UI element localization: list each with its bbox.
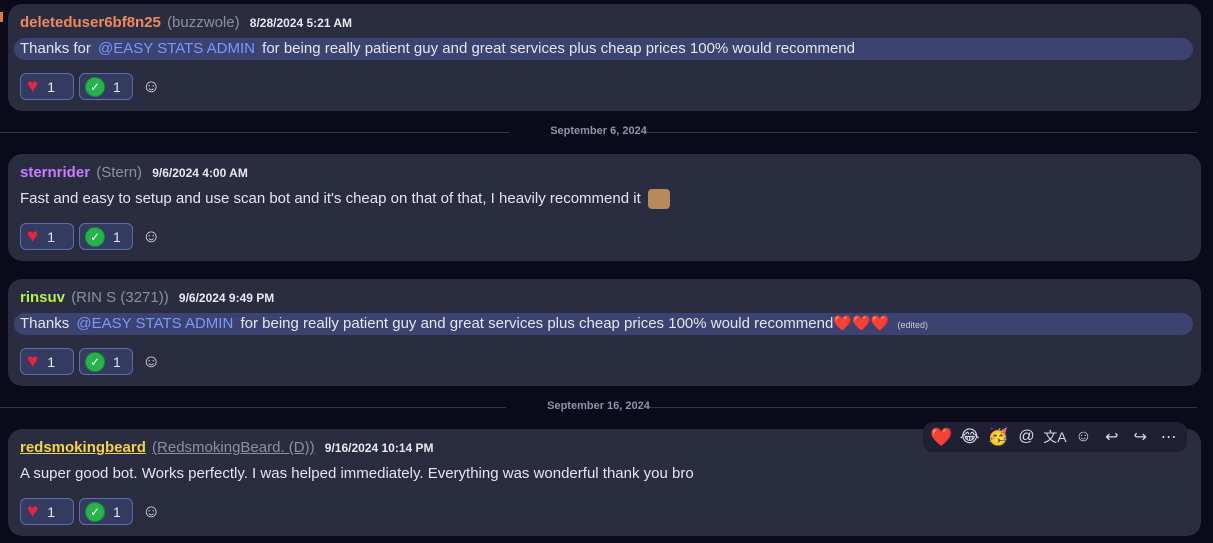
message-action-toolbar: ❤️ 😂 🥳 @ 文A ☺ ↩ ↪ ⋯ bbox=[923, 422, 1187, 452]
divider-label: September 6, 2024 bbox=[550, 125, 647, 137]
message-body: A super good bot. Works perfectly. I was… bbox=[14, 463, 1193, 485]
add-reaction-icon[interactable]: ☺ bbox=[142, 351, 160, 372]
message-header: sternrider (Stern) 9/6/2024 4:00 AM bbox=[20, 164, 248, 181]
message-text: A super good bot. Works perfectly. I was… bbox=[20, 465, 694, 482]
message-text: for being really patient guy and great s… bbox=[262, 40, 855, 57]
message-body: Fast and easy to setup and use scan bot … bbox=[14, 188, 1193, 210]
reactions-bar: ♥ 1 ✓ 1 ☺ bbox=[20, 347, 160, 376]
reaction-count: 1 bbox=[47, 353, 56, 370]
heart-icon: ♥ bbox=[27, 76, 39, 97]
quick-react-laugh[interactable]: 😂 bbox=[957, 427, 983, 447]
check-icon: ✓ bbox=[86, 352, 104, 371]
author-nickname: (RedsmokingBeard. (D)) bbox=[152, 439, 315, 456]
more-icon[interactable]: ⋯ bbox=[1156, 427, 1182, 447]
message-text: Thanks for bbox=[20, 40, 91, 57]
reaction-heart[interactable]: ♥ 1 bbox=[20, 223, 74, 250]
message-card: deleteduser6bf8n25 (buzzwole) 8/28/2024 … bbox=[8, 4, 1201, 111]
add-reaction-icon[interactable]: ☺ bbox=[142, 76, 160, 97]
heart-icon: ♥ bbox=[27, 351, 39, 372]
reaction-count: 1 bbox=[47, 78, 56, 95]
reactions-bar: ♥ 1 ✓ 1 ☺ bbox=[20, 72, 160, 101]
message-card: sternrider (Stern) 9/6/2024 4:00 AM Fast… bbox=[8, 154, 1201, 261]
reaction-count: 1 bbox=[47, 228, 56, 245]
message-body: Thanks for @EASY STATS ADMIN for being r… bbox=[14, 38, 1193, 60]
message-header: redsmokingbeard (RedsmokingBeard. (D)) 9… bbox=[20, 439, 434, 456]
author-nickname: (Stern) bbox=[96, 164, 143, 181]
heart-emoji: ❤️❤️❤️ bbox=[833, 315, 890, 332]
author-name[interactable]: sternrider bbox=[20, 164, 90, 181]
reply-icon[interactable]: ↩ bbox=[1099, 427, 1125, 447]
mention[interactable]: @EASY STATS ADMIN bbox=[95, 40, 258, 57]
reaction-check[interactable]: ✓ 1 bbox=[79, 73, 133, 100]
reaction-heart[interactable]: ♥ 1 bbox=[20, 73, 74, 100]
quick-react-heart[interactable]: ❤️ bbox=[928, 427, 954, 448]
cat-emoji-icon bbox=[647, 189, 670, 210]
forward-icon[interactable]: ↪ bbox=[1127, 427, 1153, 447]
message-header: deleteduser6bf8n25 (buzzwole) 8/28/2024 … bbox=[20, 14, 352, 31]
reaction-check[interactable]: ✓ 1 bbox=[79, 348, 133, 375]
timestamp: 9/6/2024 4:00 AM bbox=[152, 166, 248, 180]
unread-marker bbox=[0, 12, 3, 22]
message-body: Thanks @EASY STATS ADMIN for being reall… bbox=[14, 313, 1193, 335]
message-text: Thanks bbox=[20, 315, 70, 332]
message-text: for being really patient guy and great s… bbox=[240, 315, 834, 332]
author-name[interactable]: rinsuv bbox=[20, 289, 65, 306]
translate-icon[interactable]: 文A bbox=[1042, 427, 1068, 447]
mention[interactable]: @EASY STATS ADMIN bbox=[73, 315, 236, 332]
add-reaction-icon[interactable]: ☺ bbox=[142, 501, 160, 522]
quick-react-party[interactable]: 🥳 bbox=[985, 427, 1011, 447]
check-icon: ✓ bbox=[86, 502, 104, 521]
mention-icon[interactable]: @ bbox=[1014, 428, 1040, 446]
reaction-count: 1 bbox=[113, 78, 121, 95]
reaction-count: 1 bbox=[113, 228, 121, 245]
reaction-heart[interactable]: ♥ 1 bbox=[20, 498, 74, 525]
date-divider: September 6, 2024 bbox=[0, 125, 1197, 139]
reaction-heart[interactable]: ♥ 1 bbox=[20, 348, 74, 375]
message-card: rinsuv (RIN S (3271)) 9/6/2024 9:49 PM T… bbox=[8, 279, 1201, 386]
author-name[interactable]: redsmokingbeard bbox=[20, 439, 146, 456]
check-icon: ✓ bbox=[86, 227, 104, 246]
message-text: Fast and easy to setup and use scan bot … bbox=[20, 190, 641, 207]
message-header: rinsuv (RIN S (3271)) 9/6/2024 9:49 PM bbox=[20, 289, 274, 306]
add-reaction-icon[interactable]: ☺ bbox=[142, 226, 160, 247]
timestamp: 9/6/2024 9:49 PM bbox=[178, 291, 275, 305]
timestamp: 9/16/2024 10:14 PM bbox=[324, 441, 434, 455]
add-reaction-icon[interactable]: ☺ bbox=[1070, 428, 1096, 446]
check-icon: ✓ bbox=[86, 77, 104, 96]
heart-icon: ♥ bbox=[27, 501, 39, 522]
author-name[interactable]: deleteduser6bf8n25 bbox=[20, 14, 161, 31]
reaction-check[interactable]: ✓ 1 bbox=[79, 498, 133, 525]
timestamp: 8/28/2024 5:21 AM bbox=[249, 16, 353, 30]
date-divider: September 16, 2024 bbox=[0, 400, 1197, 414]
reaction-check[interactable]: ✓ 1 bbox=[79, 223, 133, 250]
reaction-count: 1 bbox=[113, 353, 121, 370]
reaction-count: 1 bbox=[47, 503, 56, 520]
heart-icon: ♥ bbox=[27, 226, 39, 247]
author-nickname: (RIN S (3271)) bbox=[71, 289, 169, 306]
reactions-bar: ♥ 1 ✓ 1 ☺ bbox=[20, 222, 160, 251]
reaction-count: 1 bbox=[113, 503, 121, 520]
edited-label: (edited) bbox=[897, 320, 929, 330]
reactions-bar: ♥ 1 ✓ 1 ☺ bbox=[20, 497, 160, 526]
divider-label: September 16, 2024 bbox=[547, 400, 650, 412]
author-nickname: (buzzwole) bbox=[167, 14, 240, 31]
